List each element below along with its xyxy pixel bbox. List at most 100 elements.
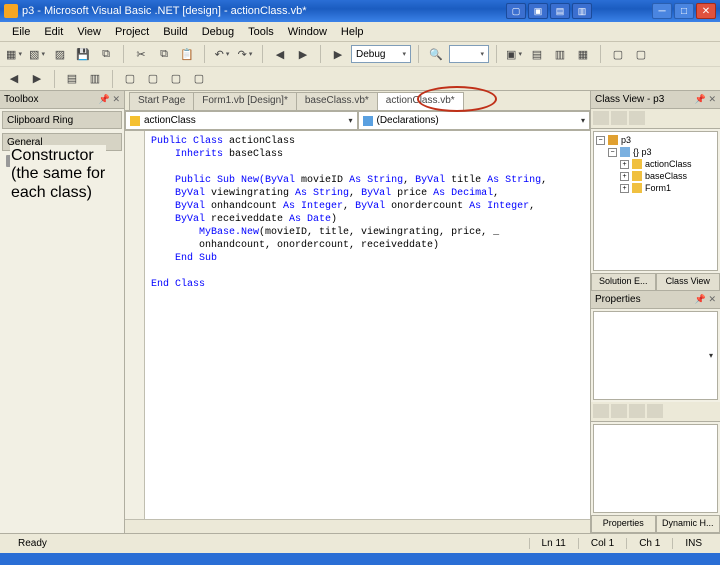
find-button[interactable]: 🔍 xyxy=(426,44,446,64)
prop-tb-4[interactable] xyxy=(647,404,663,418)
class-icon xyxy=(632,171,642,181)
code-editor[interactable]: Public Class actionClass Inherits baseCl… xyxy=(125,131,590,519)
member-dropdown[interactable]: (Declarations) xyxy=(358,111,591,130)
add-item-button[interactable]: ▧ xyxy=(27,44,47,64)
taskbar xyxy=(0,553,720,565)
title-extra-2[interactable]: ▣ xyxy=(528,3,548,19)
uncomment-button[interactable]: ▥ xyxy=(85,69,105,89)
properties-grid[interactable] xyxy=(593,424,718,513)
menu-tools[interactable]: Tools xyxy=(242,24,280,40)
member-dropdown-value: (Declarations) xyxy=(377,115,439,126)
title-extra-3[interactable]: ▤ xyxy=(550,3,570,19)
tab-form1-design[interactable]: Form1.vb [Design]* xyxy=(193,92,297,110)
prop-tb-1[interactable] xyxy=(593,404,609,418)
tree-node-ns[interactable]: −{} p3 xyxy=(596,146,715,158)
right-panels: Class View - p3 📌 ✕ −p3 −{} p3 +actionCl… xyxy=(590,91,720,533)
classview-pin-icon[interactable]: 📌 ✕ xyxy=(695,94,716,105)
type-dropdown[interactable]: actionClass xyxy=(125,111,358,130)
nav-fwd-button[interactable]: ▶ xyxy=(293,44,313,64)
undo-button[interactable]: ↶ xyxy=(212,44,232,64)
tree-node-form1[interactable]: +Form1 xyxy=(596,182,715,194)
save-all-button[interactable]: ⧉ xyxy=(96,44,116,64)
tab-dynamic-help[interactable]: Dynamic H... xyxy=(656,515,720,533)
nav-back-button[interactable]: ◀ xyxy=(270,44,290,64)
toolbox-title: Toolbox xyxy=(4,94,38,105)
editor-pane: Start Page Form1.vb [Design]* baseClass.… xyxy=(125,91,590,533)
next-bookmark-button[interactable]: ▢ xyxy=(166,69,186,89)
tb-more-2[interactable]: ▢ xyxy=(631,44,651,64)
code-gutter xyxy=(125,131,145,519)
tab-startpage[interactable]: Start Page xyxy=(129,92,194,110)
menu-debug[interactable]: Debug xyxy=(196,24,240,40)
cv-tb-3[interactable] xyxy=(629,111,645,125)
code-text[interactable]: Public Class actionClass Inherits baseCl… xyxy=(145,131,590,519)
redo-button[interactable]: ↷ xyxy=(235,44,255,64)
menu-help[interactable]: Help xyxy=(335,24,370,40)
minimize-button[interactable]: ─ xyxy=(652,3,672,19)
horizontal-scrollbar[interactable] xyxy=(125,519,590,533)
properties-object-combo[interactable] xyxy=(593,311,718,400)
title-extra-4[interactable]: ▥ xyxy=(572,3,592,19)
menu-edit[interactable]: Edit xyxy=(38,24,69,40)
project-icon xyxy=(608,135,618,145)
annotation-line-3: each class) xyxy=(11,184,105,202)
prev-bookmark-button[interactable]: ▢ xyxy=(143,69,163,89)
class-icon xyxy=(130,116,140,126)
title-extra-1[interactable]: ▢ xyxy=(506,3,526,19)
declarations-icon xyxy=(363,116,373,126)
clear-bookmark-button[interactable]: ▢ xyxy=(189,69,209,89)
menu-build[interactable]: Build xyxy=(157,24,193,40)
prop-tb-2[interactable] xyxy=(611,404,627,418)
prop-tb-3[interactable] xyxy=(629,404,645,418)
toolbox-pin-icon[interactable]: 📌 ✕ xyxy=(99,94,120,105)
class-icon xyxy=(632,183,642,193)
class-view-button[interactable]: ▦ xyxy=(573,44,593,64)
toolbox-section-clipboard[interactable]: Clipboard Ring xyxy=(2,111,122,129)
title-extra-buttons: ▢ ▣ ▤ ▥ xyxy=(506,3,592,19)
properties-pin-icon[interactable]: 📌 ✕ xyxy=(695,294,716,305)
menu-window[interactable]: Window xyxy=(282,24,333,40)
annotation-callout: Constructor (the same for each class) xyxy=(10,145,106,204)
start-button[interactable]: ▶ xyxy=(328,44,348,64)
cut-button[interactable]: ✂ xyxy=(131,44,151,64)
comment-button[interactable]: ▤ xyxy=(62,69,82,89)
tab-actionclass[interactable]: actionClass.vb* xyxy=(377,92,464,110)
tab-left-button[interactable]: ◀ xyxy=(4,69,24,89)
classview-header: Class View - p3 📌 ✕ xyxy=(591,91,720,109)
status-bar: Ready Ln 11 Col 1 Ch 1 INS xyxy=(0,533,720,553)
copy-button[interactable]: ⧉ xyxy=(154,44,174,64)
save-button[interactable]: 💾 xyxy=(73,44,93,64)
tree-node-actionclass[interactable]: +actionClass xyxy=(596,158,715,170)
properties-button[interactable]: ▤ xyxy=(527,44,547,64)
bookmark-button[interactable]: ▢ xyxy=(120,69,140,89)
tab-solution-explorer[interactable]: Solution E... xyxy=(591,273,656,291)
tree-node-baseclass[interactable]: +baseClass xyxy=(596,170,715,182)
class-tree[interactable]: −p3 −{} p3 +actionClass +baseClass +Form… xyxy=(593,131,718,271)
menu-project[interactable]: Project xyxy=(109,24,155,40)
menu-view[interactable]: View xyxy=(71,24,107,40)
cv-tb-1[interactable] xyxy=(593,111,609,125)
cv-tb-2[interactable] xyxy=(611,111,627,125)
open-file-button[interactable]: ▨ xyxy=(50,44,70,64)
tab-baseclass[interactable]: baseClass.vb* xyxy=(296,92,378,110)
close-button[interactable]: ✕ xyxy=(696,3,716,19)
tab-properties[interactable]: Properties xyxy=(591,515,656,533)
maximize-button[interactable]: □ xyxy=(674,3,694,19)
tab-right-button[interactable]: ▶ xyxy=(27,69,47,89)
tree-node-p3-root[interactable]: −p3 xyxy=(596,134,715,146)
toolbar-area: ▦ ▧ ▨ 💾 ⧉ ✂ ⧉ 📋 ↶ ↷ ◀ ▶ ▶ Debug 🔍 ▣ ▤ ▥ … xyxy=(0,42,720,91)
class-icon xyxy=(632,159,642,169)
find-combo[interactable] xyxy=(449,45,489,63)
config-combo[interactable]: Debug xyxy=(351,45,411,63)
right-tabs-lower: Properties Dynamic H... xyxy=(591,515,720,533)
menu-file[interactable]: Eile xyxy=(6,24,36,40)
toolbox-button[interactable]: ▥ xyxy=(550,44,570,64)
code-nav-dropdowns: actionClass (Declarations) xyxy=(125,111,590,131)
title-bar: p3 - Microsoft Visual Basic .NET [design… xyxy=(0,0,720,22)
new-project-button[interactable]: ▦ xyxy=(4,44,24,64)
config-combo-value: Debug xyxy=(356,49,385,60)
solution-explorer-button[interactable]: ▣ xyxy=(504,44,524,64)
paste-button[interactable]: 📋 xyxy=(177,44,197,64)
tab-class-view[interactable]: Class View xyxy=(656,273,720,291)
tb-more-1[interactable]: ▢ xyxy=(608,44,628,64)
